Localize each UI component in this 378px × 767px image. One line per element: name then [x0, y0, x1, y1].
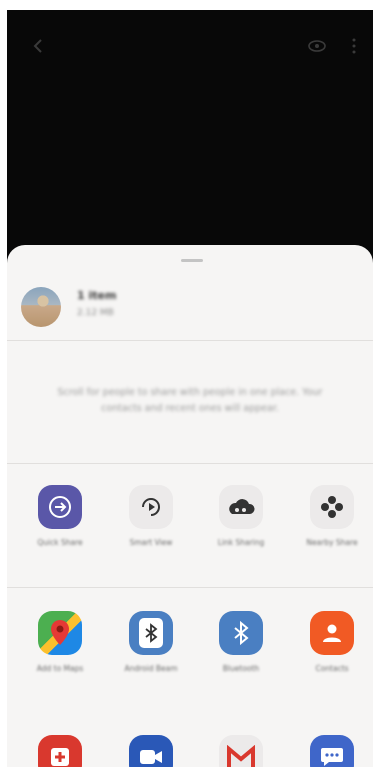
drive-icon — [38, 735, 82, 767]
link-sharing-icon — [219, 485, 263, 529]
bluetooth-icon — [219, 611, 263, 655]
messages-icon — [310, 735, 354, 767]
file-size: 2.12 MB — [77, 308, 114, 318]
more-vertical-icon[interactable] — [344, 36, 364, 56]
app-maps[interactable]: Add to Maps — [20, 611, 100, 674]
maps-icon — [38, 611, 82, 655]
back-arrow-icon[interactable] — [29, 36, 49, 56]
app-label: Contacts — [315, 664, 349, 673]
file-thumbnail — [21, 287, 61, 327]
app-label: Quick Share — [37, 538, 83, 547]
meet-icon — [129, 735, 173, 767]
app-gmail[interactable] — [201, 735, 281, 767]
quick-share-icon — [38, 485, 82, 529]
share-sheet: 1 item 2.12 MB Scroll for people to shar… — [7, 245, 373, 767]
gmail-icon — [219, 735, 263, 767]
file-name: 1 item — [77, 289, 117, 302]
app-label: Bluetooth — [222, 664, 260, 673]
app-quick-share[interactable]: Quick Share — [20, 485, 100, 548]
app-label: Nearby Share — [306, 538, 358, 547]
direct-share-hint: Scroll for people to share with people i… — [57, 387, 323, 414]
app-meet[interactable] — [111, 735, 191, 767]
smart-view-icon — [129, 485, 173, 529]
contacts-icon — [310, 611, 354, 655]
android-beam-icon — [129, 611, 173, 655]
shared-file-row: 1 item 2.12 MB — [7, 275, 373, 339]
app-nearby-share[interactable]: Nearby Share — [292, 485, 372, 548]
app-label: Add to Maps — [36, 664, 84, 673]
divider — [7, 587, 373, 588]
app-bluetooth[interactable]: Bluetooth — [201, 611, 281, 674]
sheet-drag-handle[interactable] — [181, 259, 203, 262]
divider — [7, 340, 373, 341]
nearby-share-icon — [310, 485, 354, 529]
app-contacts[interactable]: Contacts — [292, 611, 372, 674]
app-android-beam[interactable]: Android Beam — [111, 611, 191, 674]
app-label: Link Sharing — [217, 538, 265, 547]
app-messages[interactable] — [292, 735, 372, 767]
eye-icon[interactable] — [307, 36, 327, 56]
app-label: Smart View — [129, 538, 173, 547]
app-drive[interactable] — [20, 735, 100, 767]
app-smart-view[interactable]: Smart View — [111, 485, 191, 548]
divider — [7, 463, 373, 464]
app-link-sharing[interactable]: Link Sharing — [201, 485, 281, 548]
app-label: Android Beam — [124, 664, 178, 673]
